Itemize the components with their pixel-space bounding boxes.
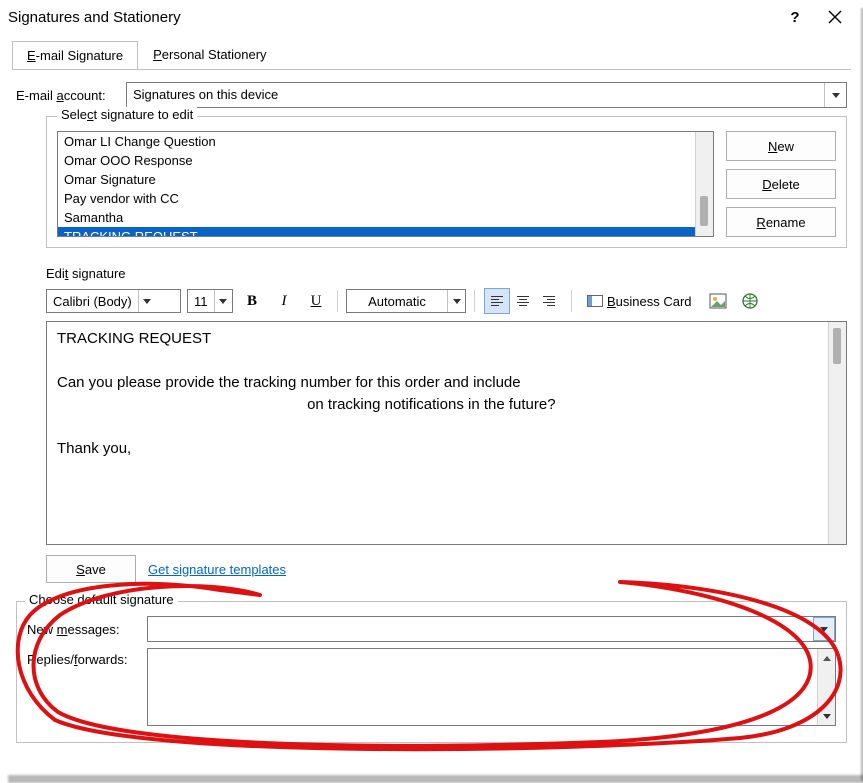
scroll-up-button[interactable] xyxy=(817,649,835,667)
separator xyxy=(337,290,338,312)
email-account-label: E-mail account: xyxy=(16,88,126,103)
scrollbar[interactable] xyxy=(695,132,713,236)
scroll-down-button[interactable] xyxy=(817,707,835,725)
chevron-down-icon xyxy=(813,617,835,641)
signature-listbox[interactable]: Omar LI Change QuestionOmar OOO Response… xyxy=(57,131,714,237)
rename-button[interactable]: Rename xyxy=(726,207,836,237)
email-account-value: Signatures on this device xyxy=(127,83,824,107)
font-size-select[interactable]: 11 xyxy=(187,289,233,313)
select-signature-group: Select signature to edit Omar LI Change … xyxy=(46,116,847,248)
signature-list-item[interactable]: Omar LI Change Question xyxy=(58,132,713,151)
title-bar: Signatures and Stationery ? xyxy=(0,0,863,34)
insert-picture-button[interactable] xyxy=(705,288,731,314)
save-button[interactable]: Save xyxy=(46,555,136,583)
chevron-down-icon xyxy=(214,290,232,312)
delete-button[interactable]: Delete xyxy=(726,169,836,199)
picture-icon xyxy=(709,293,727,309)
signatures-stationery-window: Signatures and Stationery ? E-mail Signa… xyxy=(0,0,863,775)
separator xyxy=(474,290,475,312)
email-account-combo[interactable]: Signatures on this device xyxy=(126,82,847,108)
align-left-icon xyxy=(491,296,503,306)
business-card-button[interactable]: Business Card xyxy=(580,288,699,314)
editor-content: TRACKING REQUEST Can you please provide … xyxy=(47,322,846,466)
window-title: Signatures and Stationery xyxy=(8,9,775,26)
chevron-down-icon xyxy=(447,290,465,312)
signature-list-item[interactable]: TRACKING REQUEST xyxy=(58,227,713,237)
insert-hyperlink-button[interactable] xyxy=(737,288,763,314)
tab-personal-stationery[interactable]: Personal Stationery xyxy=(138,40,281,68)
scrollbar[interactable] xyxy=(817,667,835,707)
new-button[interactable]: New xyxy=(726,131,836,161)
align-right-button[interactable] xyxy=(536,288,562,314)
chevron-down-icon xyxy=(138,290,156,312)
font-color-select[interactable]: Automatic xyxy=(346,289,466,313)
tab-strip: E-mail Signature Personal Stationery xyxy=(0,34,863,69)
align-center-button[interactable] xyxy=(510,288,536,314)
get-templates-link[interactable]: Get signature templates xyxy=(148,562,286,577)
business-card-icon xyxy=(587,295,603,307)
separator xyxy=(571,290,572,312)
replies-forwards-dropdown-list[interactable] xyxy=(147,648,836,726)
align-left-button[interactable] xyxy=(484,288,510,314)
hyperlink-icon xyxy=(740,291,760,311)
close-button[interactable] xyxy=(815,3,855,31)
signature-editor[interactable]: TRACKING REQUEST Can you please provide … xyxy=(46,321,847,545)
chevron-down-icon xyxy=(824,83,846,107)
help-button[interactable]: ? xyxy=(775,3,815,31)
align-center-icon xyxy=(517,296,529,306)
signature-list-item[interactable]: Omar OOO Response xyxy=(58,151,713,170)
italic-button[interactable]: I xyxy=(271,288,297,314)
bold-button[interactable]: B xyxy=(239,288,265,314)
scrollbar[interactable] xyxy=(828,322,846,544)
align-right-icon xyxy=(543,296,555,306)
default-signature-group: Choose default signature New messages: R… xyxy=(16,601,847,743)
font-family-select[interactable]: Calibri (Body) xyxy=(46,289,181,313)
tab-email-signature[interactable]: E-mail Signature xyxy=(12,41,138,69)
underline-button[interactable]: U xyxy=(303,288,329,314)
window-shadow xyxy=(8,775,863,783)
signature-list-item[interactable]: Omar Signature xyxy=(58,170,713,189)
close-icon xyxy=(828,10,842,24)
new-messages-combo[interactable] xyxy=(147,616,836,642)
editor-toolbar: Calibri (Body) 11 B I U Automatic xyxy=(46,285,847,317)
signature-list-item[interactable]: Samantha xyxy=(58,208,713,227)
signature-list-item[interactable]: Pay vendor with CC xyxy=(58,189,713,208)
